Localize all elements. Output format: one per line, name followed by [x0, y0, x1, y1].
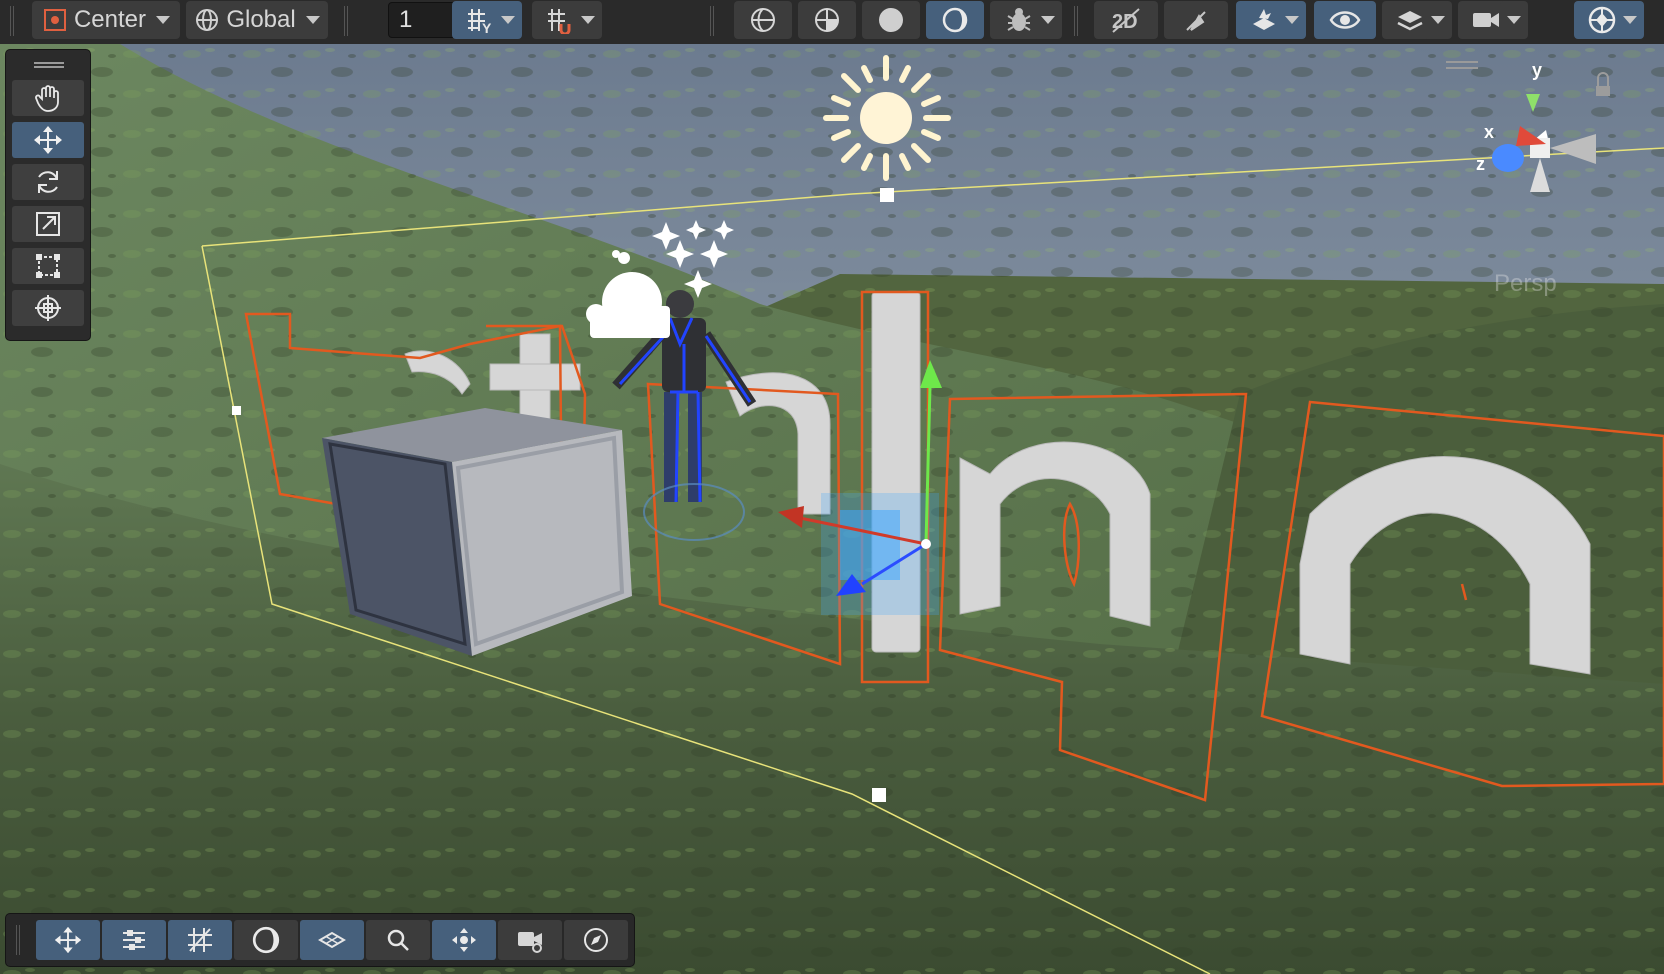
chevron-down-icon [305, 16, 320, 24]
scene-lighting-toggle[interactable] [1164, 1, 1228, 39]
search-overlay-button[interactable] [366, 920, 430, 960]
scene-visibility-toggle[interactable] [1314, 1, 1376, 39]
rotate-tool-button[interactable] [12, 164, 84, 200]
rotate-icon [38, 171, 58, 193]
light-handle[interactable] [880, 188, 894, 202]
scale-icon [36, 212, 60, 236]
navigation-overlay-button[interactable] [432, 920, 496, 960]
compass-overlay-button[interactable] [564, 920, 628, 960]
moon-icon [252, 926, 280, 954]
grid-y-icon: Y [468, 9, 492, 34]
eye-icon [1329, 11, 1361, 29]
svg-text:Y: Y [482, 20, 492, 34]
snap-increment-field[interactable] [388, 2, 460, 38]
chevron-down-icon [1041, 16, 1055, 24]
lock-icon[interactable] [1596, 86, 1610, 96]
snap-grid-icon [548, 9, 571, 34]
bug-icon [1007, 8, 1031, 31]
pivot-rotation-dropdown[interactable]: Global [186, 1, 328, 39]
globe-icon [196, 9, 219, 31]
chevron-down-icon [1431, 16, 1445, 24]
chevron-down-icon [156, 16, 171, 24]
move-overlay-button[interactable] [36, 920, 100, 960]
wireframe-shading-button[interactable] [734, 1, 792, 39]
pivot-mode-dropdown[interactable]: Center [32, 1, 180, 39]
tools-overlay [6, 50, 90, 340]
shaded-wireframe-icon [815, 8, 839, 32]
search-icon [387, 929, 409, 951]
moon-icon [942, 7, 968, 33]
move-icon [34, 126, 62, 154]
pivot-rotation-label: Global [226, 6, 296, 33]
layers-icon [1397, 11, 1423, 31]
toolbar-grip[interactable] [16, 925, 20, 955]
shaded-sphere-icon [879, 8, 903, 32]
orientation-icon [318, 931, 346, 949]
chevron-down-icon [501, 16, 515, 24]
plane-handle[interactable] [872, 788, 886, 802]
y-axis-label: y [1532, 60, 1542, 80]
transform-icon [35, 295, 61, 321]
chevron-down-icon [1623, 16, 1637, 24]
grid-options-dropdown[interactable] [494, 1, 522, 39]
z-axis-cone[interactable] [1492, 144, 1524, 172]
z-axis-label: z [1476, 154, 1485, 174]
camera-icon [518, 932, 542, 953]
toolbar-grip[interactable] [10, 6, 14, 36]
chevron-down-icon [1285, 16, 1299, 24]
move-icon [54, 926, 82, 954]
grid-snapping-overlay-button[interactable] [168, 920, 232, 960]
toolbar-grip[interactable] [1074, 6, 1078, 36]
2d-mode-toggle[interactable]: 2D [1094, 1, 1158, 39]
rect-tool-button[interactable] [12, 248, 84, 284]
scene-toolbar: Center Global Y [0, 0, 1664, 45]
navigation-icon [452, 928, 476, 952]
overlay-drag-handle[interactable] [34, 62, 64, 68]
scene-effects-dropdown[interactable] [1278, 1, 1306, 39]
camera-settings-dropdown[interactable] [1500, 1, 1528, 39]
pivot-icon [43, 9, 66, 31]
hand-tool-button[interactable] [12, 80, 84, 116]
grid-icon [188, 928, 212, 952]
plane-handle[interactable] [232, 406, 241, 415]
chevron-down-icon [1507, 16, 1521, 24]
rect-icon [36, 254, 60, 278]
compass-icon [584, 928, 608, 952]
layers-dropdown[interactable] [1424, 1, 1452, 39]
cameras-overlay-button[interactable] [498, 920, 562, 960]
lighting-off-icon [1186, 11, 1206, 31]
scale-tool-button[interactable] [12, 206, 84, 242]
wireframe-sphere-icon [751, 8, 775, 32]
gizmos-dropdown[interactable] [1616, 1, 1644, 39]
toolbar-grip[interactable] [710, 6, 714, 36]
pivot-mode-label: Center [73, 6, 147, 33]
unlit-draw-mode-button[interactable] [926, 1, 984, 39]
shaded-wireframe-button[interactable] [798, 1, 856, 39]
effects-icon [1253, 9, 1275, 30]
snapping-options-dropdown[interactable] [574, 1, 602, 39]
camera-icon [1473, 13, 1499, 27]
orientation-overlay-button[interactable] [300, 920, 364, 960]
shaded-button[interactable] [862, 1, 920, 39]
chevron-down-icon [581, 16, 595, 24]
2d-icon: 2D [1112, 8, 1140, 33]
move-tool-button[interactable] [12, 122, 84, 158]
tool-settings-button[interactable] [102, 920, 166, 960]
gizmo-sphere-icon [1588, 6, 1616, 34]
overlay-toolbar [6, 914, 634, 966]
draw-mode-dropdown[interactable] [1034, 1, 1062, 39]
hand-icon [35, 85, 59, 112]
scene-viewport[interactable]: y x z Persp [0, 44, 1664, 974]
view-options-button[interactable] [234, 920, 298, 960]
directional-light-icon[interactable] [823, 55, 951, 181]
toolbar-grip[interactable] [344, 6, 348, 36]
scene-render[interactable]: y x z [0, 44, 1664, 974]
sliders-icon [123, 930, 145, 950]
transform-tool-button[interactable] [12, 290, 84, 326]
camera-mode-label[interactable]: Persp [1494, 270, 1557, 298]
x-axis-label: x [1484, 122, 1494, 142]
